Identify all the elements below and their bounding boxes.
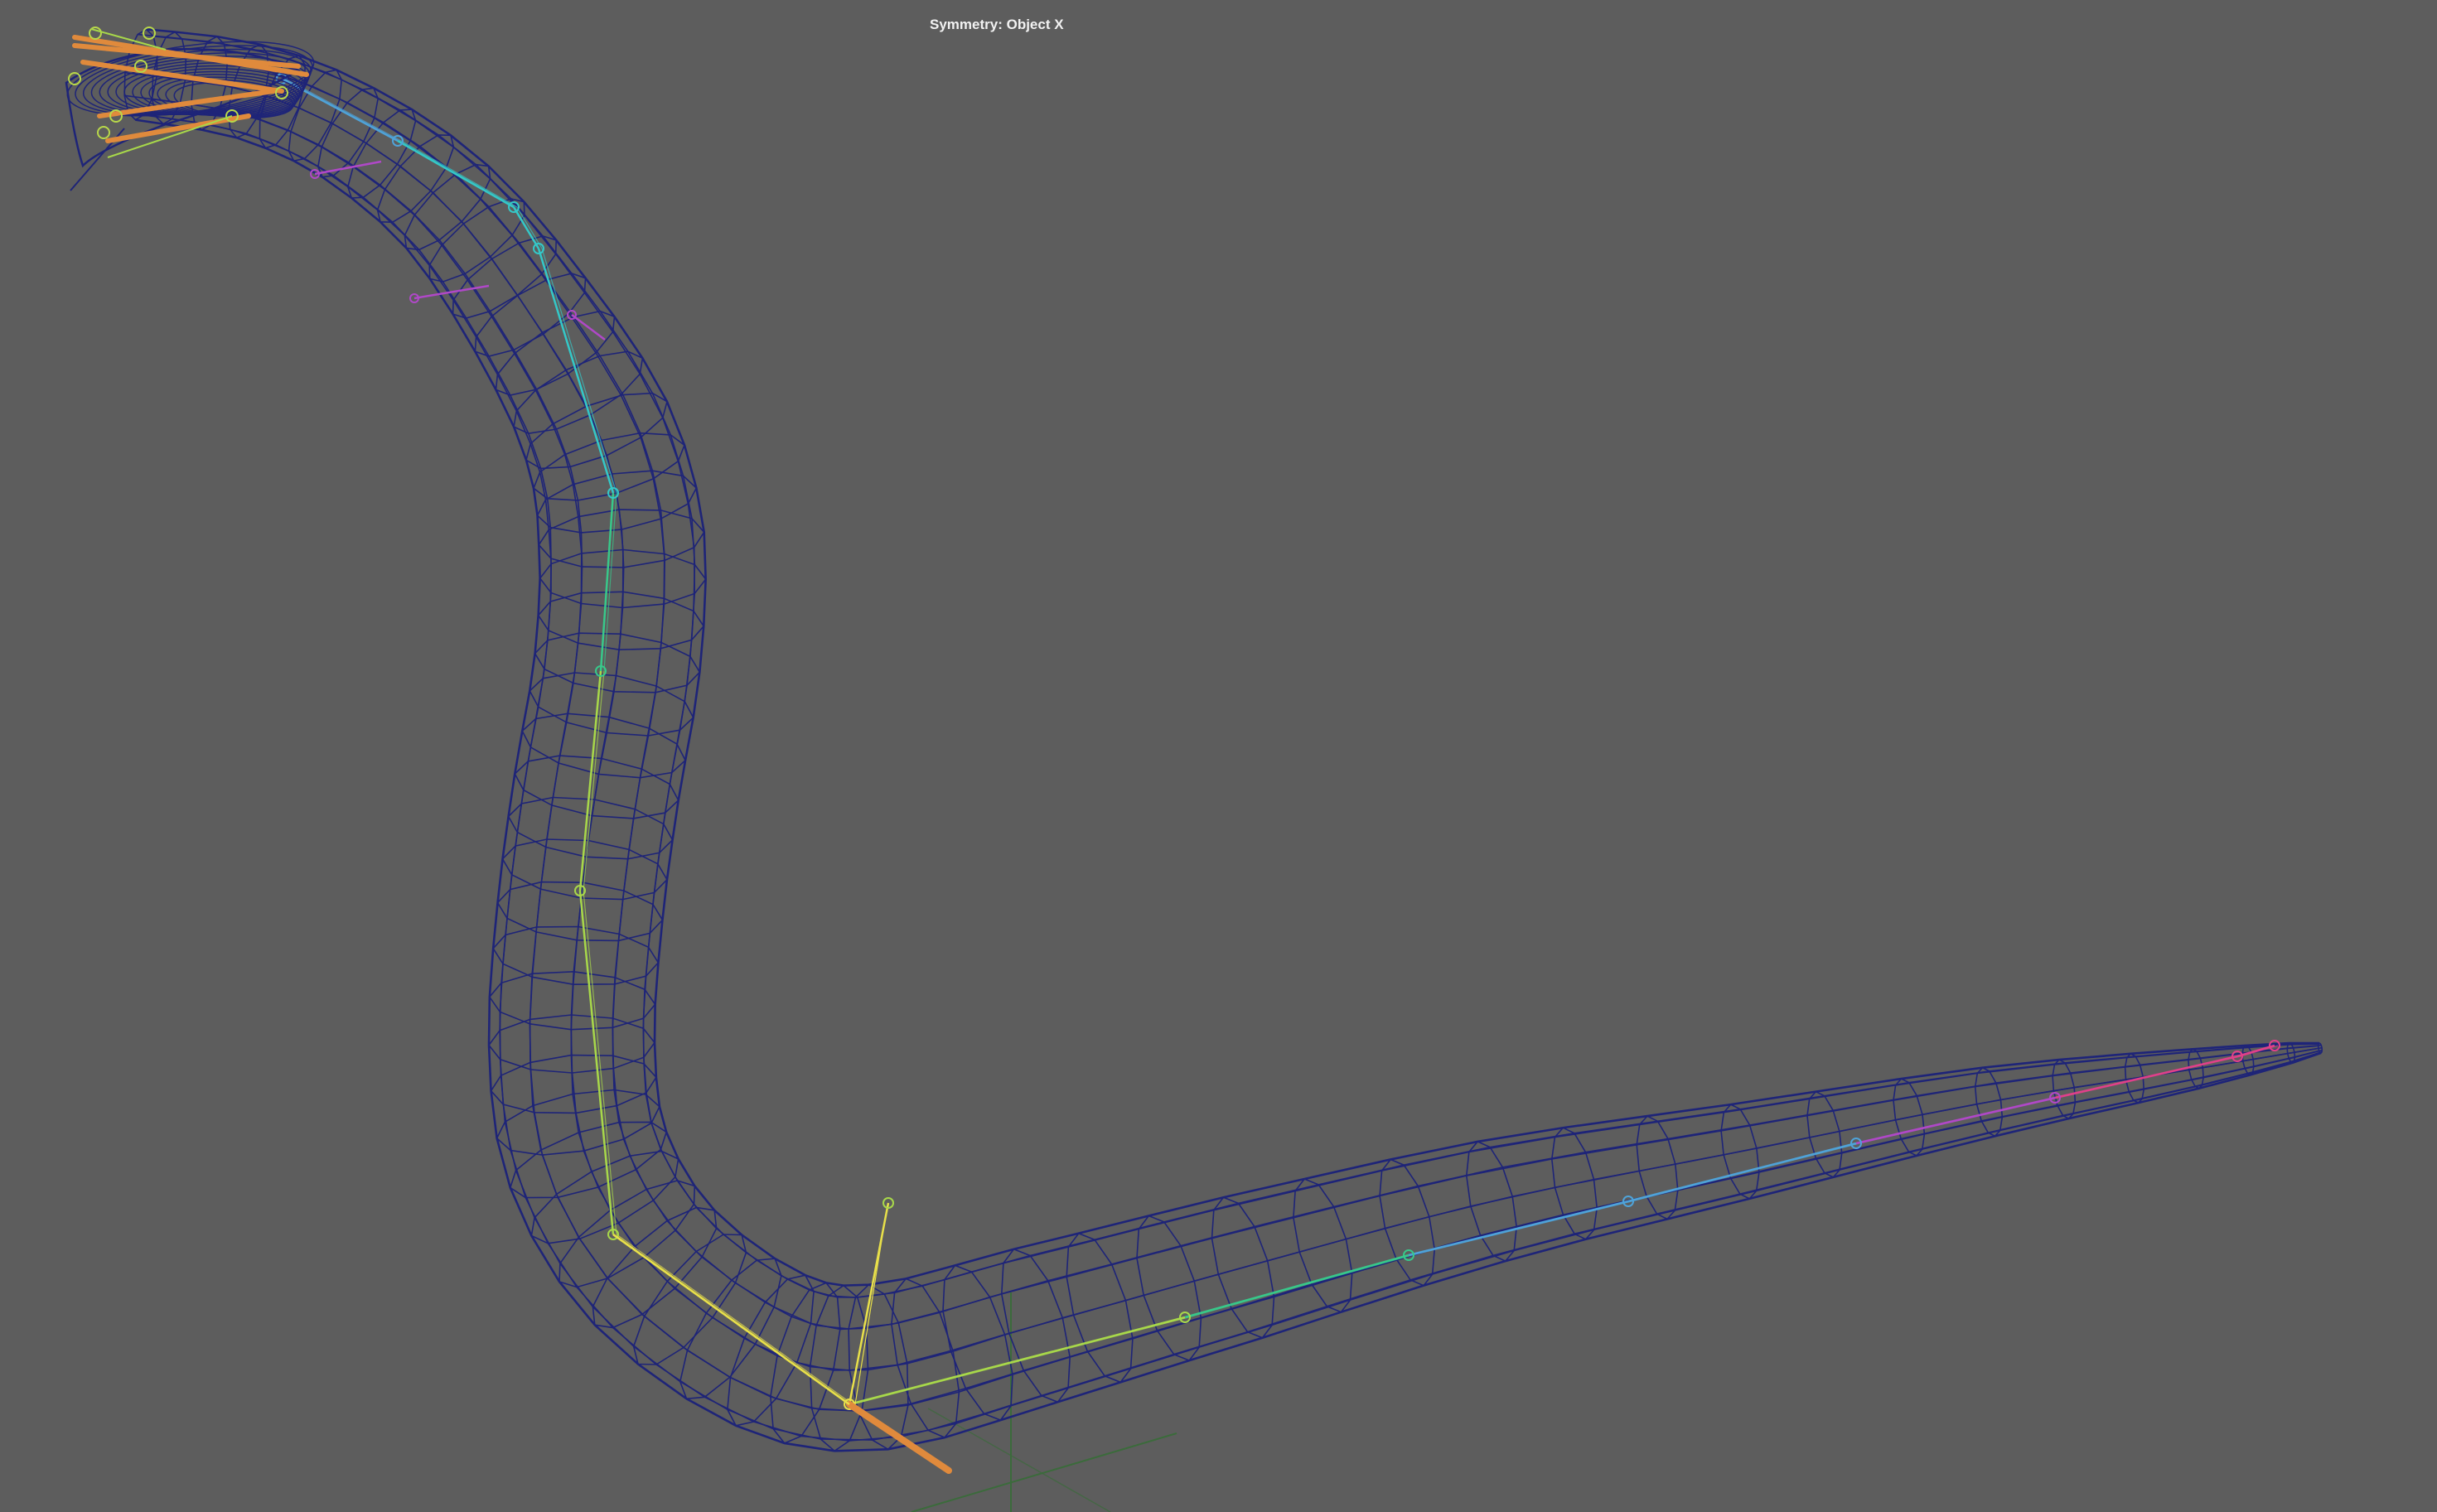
mesh-edge-loop [124,94,2319,1413]
mesh-edge-loop [143,114,2323,1442]
scene-canvas[interactable] [0,0,2437,1512]
mesh-edge-loop [157,75,2323,1371]
neck-control [571,314,606,341]
spine-bone [1855,1096,2056,1145]
spine-bone [583,890,617,1235]
mesh-edge-loop [128,112,2321,1441]
mesh-edge-loop [138,33,2319,1298]
3d-viewport[interactable]: Symmetry: Object X [0,0,2437,1512]
mesh-edge-loop [153,36,2321,1298]
mesh-ring [536,470,698,534]
head-joint-cluster[interactable] [63,27,318,191]
mesh-ring [509,1121,668,1199]
mesh-edge-loop [135,118,2322,1452]
mesh-silhouette [135,118,2322,1452]
world-origin-axes [911,1292,1177,1512]
spine-bone [1184,1254,1409,1319]
spine-bone [599,492,615,672]
root-orange-bone [846,1401,952,1474]
spine-bone [1627,1142,1857,1203]
spine-bone [1187,1254,1413,1318]
mesh-ring [770,1282,841,1444]
head-joint [97,126,110,139]
mesh-edge-loop [157,52,2322,1331]
mesh-edge-loop [124,71,2319,1371]
spine-bone [2057,1056,2241,1099]
snake-body-mesh[interactable] [123,28,2323,1452]
spine-bone [537,248,615,494]
